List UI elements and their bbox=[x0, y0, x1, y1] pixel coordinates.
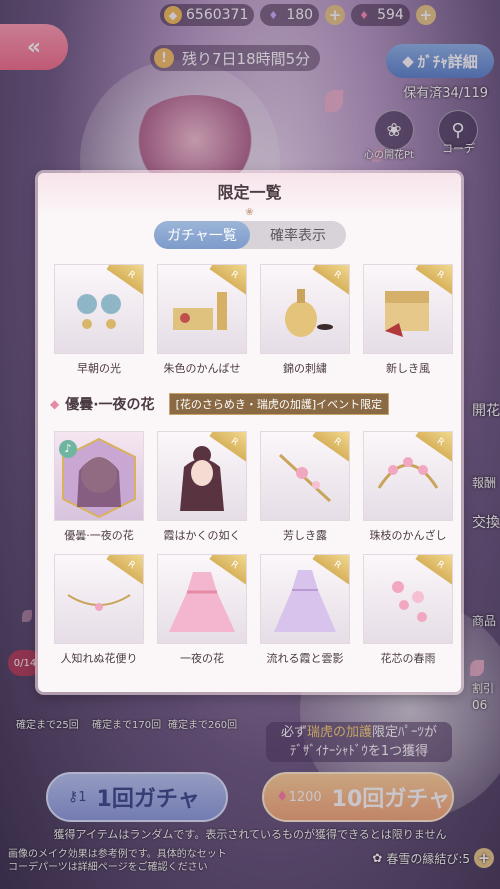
item-label: 早朝の光 bbox=[77, 362, 121, 375]
item-thumbnail: R bbox=[54, 264, 144, 354]
modal-tabs: ガチャ一覧 確率表示 bbox=[154, 221, 346, 249]
tab-probability[interactable]: 確率表示 bbox=[250, 221, 346, 249]
gown-icon bbox=[274, 569, 336, 632]
item-card[interactable]: R 花芯の春雨 bbox=[363, 554, 453, 666]
diamond-bullet-icon: ◆ bbox=[50, 397, 60, 411]
item-thumbnail: R bbox=[157, 554, 247, 644]
item-label: 流れる霞と雲影 bbox=[266, 652, 344, 665]
jewelry-box-icon bbox=[385, 290, 429, 337]
makeup-set-icon bbox=[173, 291, 227, 330]
music-note-icon: ♪ bbox=[59, 440, 77, 458]
bracelet-icon bbox=[67, 593, 131, 611]
item-thumbnail: ♪ bbox=[54, 431, 144, 521]
item-thumbnail: R bbox=[260, 431, 350, 521]
item-thumbnail: R bbox=[157, 264, 247, 354]
item-card[interactable]: R 朱色のかんばせ bbox=[157, 264, 247, 376]
item-thumbnail: R bbox=[260, 264, 350, 354]
item-card[interactable]: R 流れる霞と雲影 bbox=[260, 554, 350, 666]
item-card[interactable]: R 錦の刺繍 bbox=[260, 264, 350, 376]
item-label: 新しき風 bbox=[386, 362, 430, 375]
tab-gacha-list[interactable]: ガチャ一覧 bbox=[154, 221, 250, 249]
earring-icon bbox=[77, 293, 121, 329]
item-label: 人知れぬ花便り bbox=[60, 652, 138, 665]
item-label: 霞はかくの如く bbox=[163, 529, 241, 542]
item-thumbnail: R bbox=[54, 554, 144, 644]
item-thumbnail: R bbox=[157, 431, 247, 521]
item-card[interactable]: R 人知れぬ花便り bbox=[54, 554, 144, 666]
section-title: 優曇·一夜の花 bbox=[65, 397, 155, 413]
item-card[interactable]: R 一夜の花 bbox=[157, 554, 247, 666]
item-label: 花芯の春雨 bbox=[380, 652, 436, 665]
item-thumbnail: R bbox=[363, 264, 453, 354]
item-label: 錦の刺繍 bbox=[283, 362, 327, 375]
item-card[interactable]: R 霞はかくの如く bbox=[157, 431, 247, 543]
item-label: 優曇·一夜の花 bbox=[64, 529, 134, 542]
limited-list-modal: 限定一覧 ❀ ガチャ一覧 確率表示 R 早朝の光 R 朱色のかんばせ R 錦の刺… bbox=[38, 173, 461, 692]
dress-icon bbox=[169, 571, 235, 632]
item-label: 芳しき露 bbox=[283, 529, 327, 542]
perfume-icon bbox=[285, 288, 333, 337]
item-label: 朱色のかんばせ bbox=[163, 362, 241, 375]
section-header: ◆ 優曇·一夜の花 [花のさらめき・瑞虎の加護]イベント限定 bbox=[50, 393, 390, 415]
ornament-icon: ❀ bbox=[245, 207, 254, 218]
hairstyle-icon bbox=[180, 445, 224, 511]
item-label: 珠枝のかんざし bbox=[369, 529, 447, 542]
flower-earring-icon bbox=[392, 580, 427, 622]
item-card[interactable]: R 芳しき露 bbox=[260, 431, 350, 543]
item-thumbnail: R bbox=[363, 431, 453, 521]
item-card[interactable]: R 新しき風 bbox=[363, 264, 453, 376]
item-label: 一夜の花 bbox=[180, 652, 224, 665]
item-thumbnail: R bbox=[363, 554, 453, 644]
item-card[interactable]: R 早朝の光 bbox=[54, 264, 144, 376]
item-thumbnail: R bbox=[260, 554, 350, 644]
item-card[interactable]: R 珠枝のかんざし bbox=[363, 431, 453, 543]
hair-ornament-icon bbox=[377, 456, 439, 489]
event-limited-badge: [花のさらめき・瑞虎の加護]イベント限定 bbox=[168, 393, 390, 415]
hairpin-icon bbox=[278, 453, 332, 502]
item-card[interactable]: ♪ 優曇·一夜の花 bbox=[54, 431, 144, 543]
